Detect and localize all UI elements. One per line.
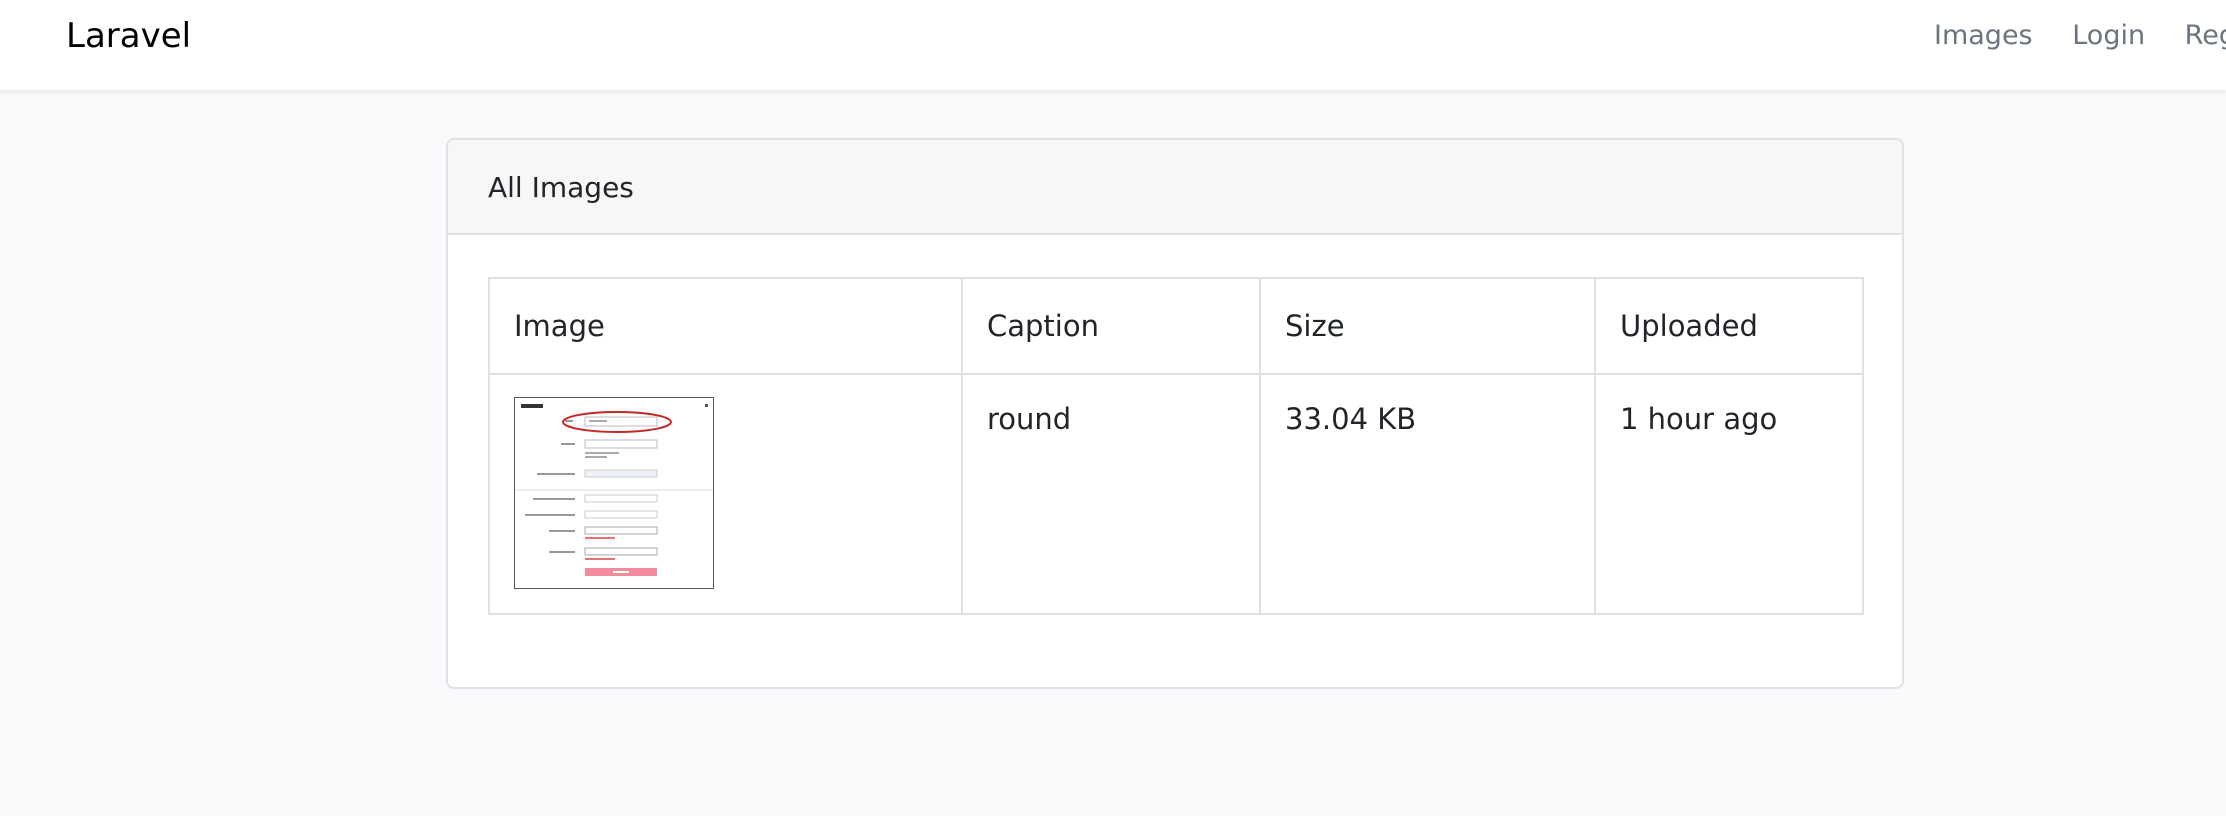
caption-cell: round xyxy=(961,373,1261,615)
nav-link-register[interactable]: Register xyxy=(2185,14,2226,58)
navbar: Laravel Images Login Register xyxy=(0,0,2226,91)
size-cell: 33.04 KB xyxy=(1259,373,1596,615)
images-table: Image Caption Size Uploaded round 33.04 … xyxy=(488,277,1864,615)
nav-links: Images Login Register xyxy=(1934,14,2226,58)
images-card: All Images Image Caption Size Uploaded r… xyxy=(446,138,1904,689)
nav-link-login[interactable]: Login xyxy=(2072,14,2145,58)
column-header-size: Size xyxy=(1259,277,1596,375)
card-title: All Images xyxy=(448,140,1902,235)
table-header-row: Image Caption Size Uploaded xyxy=(488,277,1864,375)
thumbnail-preview xyxy=(515,398,713,588)
uploaded-cell: 1 hour ago xyxy=(1594,373,1864,615)
brand-link[interactable]: Laravel xyxy=(66,14,191,58)
column-header-uploaded: Uploaded xyxy=(1594,277,1864,375)
image-thumbnail[interactable] xyxy=(514,397,714,589)
column-header-image: Image xyxy=(488,277,963,375)
nav-link-images[interactable]: Images xyxy=(1934,14,2033,58)
column-header-caption: Caption xyxy=(961,277,1261,375)
image-cell xyxy=(488,373,963,615)
table-row: round 33.04 KB 1 hour ago xyxy=(488,373,1864,615)
